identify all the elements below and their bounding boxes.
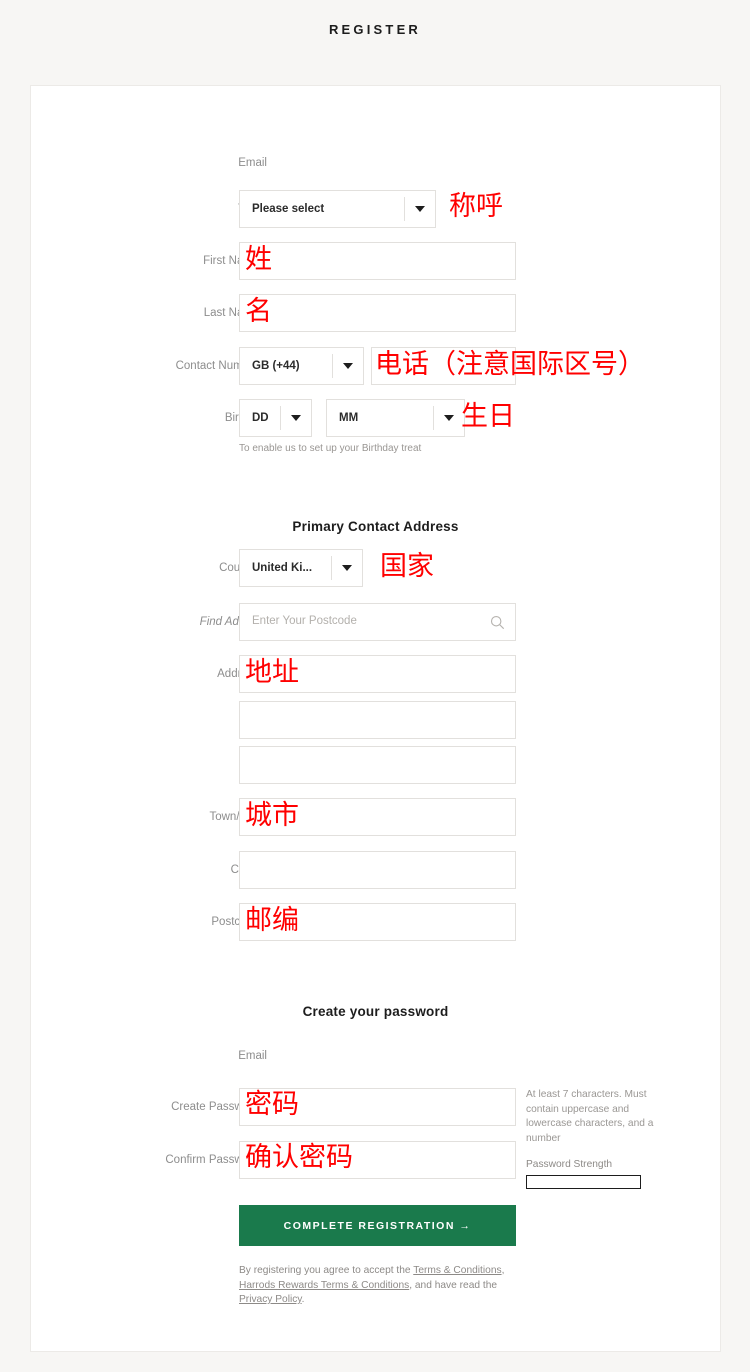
chevron-down-icon xyxy=(281,415,311,421)
chevron-down-icon xyxy=(332,565,362,571)
chevron-down-icon xyxy=(434,415,464,421)
terms-conditions-link[interactable]: Terms & Conditions xyxy=(413,1265,501,1276)
registration-card: Email Title * Please select First Name *… xyxy=(30,85,721,1352)
password-email-label: Email xyxy=(238,1050,267,1062)
country-select[interactable]: United Ki... xyxy=(239,549,363,587)
address-line2-input[interactable] xyxy=(239,701,516,739)
terms-prefix: By registering you agree to accept the xyxy=(239,1265,414,1276)
town-input[interactable] xyxy=(239,798,516,836)
privacy-policy-link[interactable]: Privacy Policy xyxy=(239,1294,302,1305)
find-address-label: Find Address xyxy=(199,616,267,628)
terms-suffix: . xyxy=(301,1294,305,1305)
create-password-label: Create Password * xyxy=(171,1101,267,1113)
first-name-label: First Name * xyxy=(203,255,267,267)
password-strength-label: Password Strength xyxy=(526,1159,613,1170)
postcode-label: Postcode * xyxy=(211,916,267,928)
birthday-day-select[interactable]: DD xyxy=(239,399,312,437)
title-select[interactable]: Please select xyxy=(239,190,436,228)
county-label: County xyxy=(47,863,267,877)
password-requirements-text: At least 7 characters. Must contain uppe… xyxy=(526,1089,654,1144)
search-icon[interactable] xyxy=(490,615,505,630)
register-page: REGISTER Email Title * Please select Fir… xyxy=(0,0,750,1372)
last-name-label: Last Name * xyxy=(203,307,267,319)
complete-registration-button[interactable]: COMPLETE REGISTRATION → xyxy=(239,1205,516,1246)
address-line1-input[interactable] xyxy=(239,655,516,693)
first-name-input[interactable] xyxy=(239,242,516,280)
password-section-heading: Create your password xyxy=(302,1004,449,1019)
last-name-input[interactable] xyxy=(239,294,516,332)
email-label: Email xyxy=(238,157,267,169)
find-address-input[interactable]: Enter Your Postcode xyxy=(239,603,516,641)
terms-text: By registering you agree to accept the T… xyxy=(239,1264,524,1308)
password-strength-meter xyxy=(526,1175,641,1189)
postcode-input[interactable] xyxy=(239,903,516,941)
title-select-value: Please select xyxy=(252,203,325,215)
find-address-placeholder: Enter Your Postcode xyxy=(252,615,357,627)
country-code-select[interactable]: GB (+44) xyxy=(239,347,364,385)
contact-number-input[interactable] xyxy=(371,347,516,385)
confirm-password-label: Confirm Password * xyxy=(165,1154,267,1166)
create-password-input[interactable] xyxy=(239,1088,516,1126)
page-title: REGISTER xyxy=(328,22,422,37)
chevron-down-icon xyxy=(333,363,363,369)
birthday-month-select[interactable]: MM xyxy=(326,399,465,437)
address-label: Address * xyxy=(47,667,267,681)
chevron-down-icon xyxy=(405,206,435,212)
title-label: Title * xyxy=(47,202,267,216)
birthday-month-value: MM xyxy=(339,412,359,424)
address-line3-input[interactable] xyxy=(239,746,516,784)
country-code-value: GB (+44) xyxy=(252,360,300,372)
birthday-day-value: DD xyxy=(252,412,269,424)
confirm-password-input[interactable] xyxy=(239,1141,516,1179)
terms-mid2: , and have read the xyxy=(409,1279,498,1291)
terms-mid1: , xyxy=(501,1265,505,1276)
town-label: Town/City * xyxy=(209,811,267,823)
county-input[interactable] xyxy=(239,851,516,889)
contact-number-label: Contact Number * xyxy=(175,360,267,372)
country-select-value: United Ki... xyxy=(252,562,313,574)
birthday-label: Birthday xyxy=(47,411,267,425)
rewards-terms-link[interactable]: Harrods Rewards Terms & Conditions xyxy=(239,1280,409,1291)
address-section-heading: Primary Contact Address xyxy=(292,519,459,534)
birthday-helper-text: To enable us to set up your Birthday tre… xyxy=(239,443,422,454)
country-label: Country * xyxy=(47,561,267,575)
